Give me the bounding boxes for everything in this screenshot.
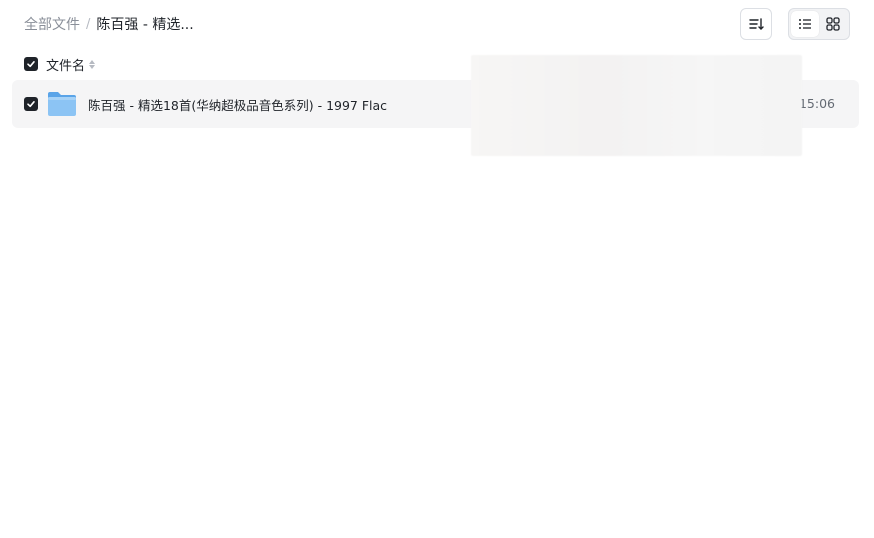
check-icon: [27, 100, 35, 108]
folder-icon: [48, 92, 76, 116]
breadcrumb-separator: /: [86, 16, 91, 32]
sort-icon: [749, 18, 764, 30]
check-icon: [27, 60, 35, 68]
column-header-filename[interactable]: 文件名: [46, 55, 85, 74]
breadcrumb: 全部文件 / 陈百强 - 精选...: [24, 14, 194, 34]
list-view-button[interactable]: [791, 11, 819, 37]
list-view-icon: [799, 19, 811, 29]
file-time: 15:06: [798, 96, 835, 111]
view-switch: [788, 8, 850, 40]
list-header: 文件名: [24, 54, 96, 74]
file-name[interactable]: 陈百强 - 精选18首(华纳超极品音色系列) - 1997 Flac: [88, 95, 387, 114]
row-checkbox[interactable]: [24, 97, 38, 111]
select-all-checkbox[interactable]: [24, 57, 38, 71]
breadcrumb-root[interactable]: 全部文件: [24, 14, 80, 34]
grid-view-button[interactable]: [819, 11, 847, 37]
sort-button[interactable]: [740, 8, 772, 40]
grid-view-icon: [826, 17, 840, 31]
sort-caret-icon[interactable]: [89, 59, 96, 69]
file-browser: 全部文件 / 陈百强 - 精选... 文件名 陈百强 - 精选18首(华纳超极品…: [0, 0, 874, 538]
blurred-region: [471, 55, 802, 156]
breadcrumb-current: 陈百强 - 精选...: [96, 17, 194, 33]
